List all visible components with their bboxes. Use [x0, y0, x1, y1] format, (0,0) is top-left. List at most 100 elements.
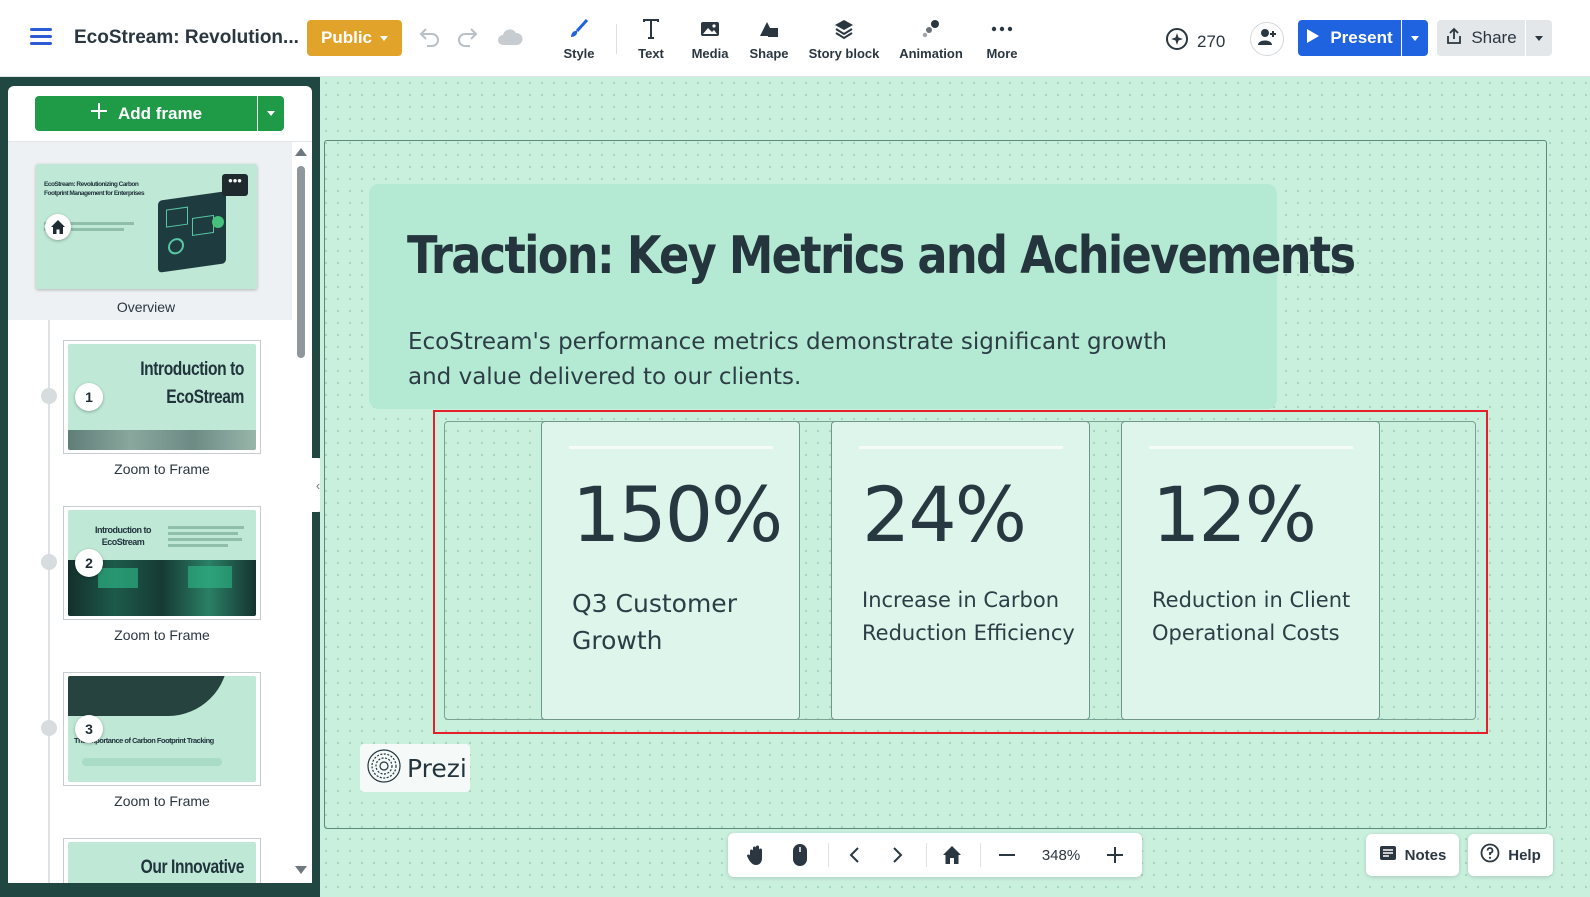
media-label: Media	[691, 46, 729, 61]
help-icon	[1480, 843, 1500, 867]
selection-highlight	[433, 410, 1488, 734]
public-visibility-button[interactable]: Public	[307, 20, 402, 56]
frame-2-thumb-title: Introduction to EcoStream	[95, 525, 151, 547]
thumb-text-line	[168, 532, 238, 535]
controls-divider	[926, 843, 927, 867]
previous-frame-icon[interactable]	[836, 833, 872, 877]
prezi-watermark: Prezi	[360, 744, 470, 792]
cloud-saved-icon	[496, 26, 523, 50]
shape-icon	[747, 16, 791, 42]
home-icon[interactable]	[934, 833, 970, 877]
zoom-out-icon[interactable]	[990, 833, 1024, 877]
style-label: Style	[563, 46, 595, 61]
next-frame-icon[interactable]	[880, 833, 916, 877]
chevron-down-icon	[380, 35, 388, 41]
thumb-dot	[212, 216, 224, 228]
shape-tool[interactable]: Shape	[747, 16, 791, 66]
slide-title[interactable]: Traction: Key Metrics and Achievements	[407, 226, 1356, 286]
more-tool[interactable]: More	[982, 16, 1022, 66]
frame-number-badge: 2	[75, 549, 103, 577]
document-title[interactable]: EcoStream: Revolution...	[74, 27, 299, 49]
thumb-cube	[166, 206, 188, 228]
help-button[interactable]: Help	[1468, 834, 1553, 876]
present-options-dropdown[interactable]	[1402, 20, 1428, 56]
share-options-dropdown[interactable]	[1526, 20, 1552, 56]
story-block-label: Story block	[808, 46, 880, 61]
thumb-screen	[188, 566, 232, 588]
slide-subtitle[interactable]: EcoStream's performance metrics demonstr…	[408, 325, 1208, 395]
frame-number-badge: 3	[75, 715, 103, 743]
thumb-text-line	[168, 526, 244, 529]
mouse-navigation-icon[interactable]	[782, 833, 818, 877]
text-label: Text	[638, 46, 664, 61]
style-tool[interactable]: Style	[558, 16, 600, 66]
thumb-chart-circle	[168, 237, 184, 256]
navigation-controls: 348%	[728, 833, 1142, 877]
add-frame-button[interactable]: Add frame	[35, 96, 257, 131]
thumb-text-line	[168, 538, 242, 541]
frame-3-zoom-label[interactable]: Zoom to Frame	[62, 793, 262, 809]
thumb-cube	[192, 214, 214, 236]
shape-label: Shape	[749, 46, 789, 61]
redo-icon[interactable]	[455, 26, 481, 50]
frame-3-thumb-title: The Importance of Carbon Footprint Track…	[74, 736, 214, 745]
top-toolbar: EcoStream: Revolution... Public Style Te…	[0, 0, 1590, 77]
chevron-down-icon	[267, 111, 275, 116]
share-icon	[1445, 27, 1463, 50]
frame-1-zoom-label[interactable]: Zoom to Frame	[62, 461, 262, 477]
frame-4-thumb-title: Our Innovative	[140, 857, 245, 878]
thumb-photo-strip	[68, 430, 256, 450]
controls-divider	[828, 843, 829, 867]
frame-2-zoom-label[interactable]: Zoom to Frame	[62, 627, 262, 643]
controls-divider	[980, 843, 981, 867]
scroll-up-arrow-icon[interactable]	[295, 148, 307, 156]
timeline-dot	[41, 388, 57, 404]
add-frame-dropdown[interactable]	[258, 96, 284, 131]
notes-button[interactable]: Notes	[1366, 834, 1459, 876]
image-icon	[688, 16, 732, 42]
ai-credits-icon	[1165, 27, 1189, 56]
timeline-dot	[41, 720, 57, 736]
toolbar-divider	[616, 24, 617, 54]
add-user-icon	[1257, 28, 1277, 51]
frames-sidebar: Add frame EcoStream: Revolutionizing Car…	[8, 86, 312, 883]
prezi-wordmark: Prezi	[407, 753, 467, 783]
story-block-tool[interactable]: Story block	[808, 16, 880, 66]
ai-credits[interactable]: 270	[1165, 27, 1225, 56]
notes-label: Notes	[1404, 846, 1447, 864]
home-icon	[45, 214, 71, 240]
plus-icon	[90, 102, 108, 125]
thumb-screen	[98, 568, 138, 588]
frame-timeline	[48, 320, 50, 883]
timeline-dot	[41, 554, 57, 570]
help-label: Help	[1508, 846, 1541, 864]
sidebar-scrollbar-thumb[interactable]	[297, 166, 305, 358]
present-button[interactable]: Present	[1298, 20, 1401, 56]
add-frame-label: Add frame	[117, 103, 203, 123]
thumb-text-line	[168, 544, 228, 547]
share-button[interactable]: Share	[1437, 20, 1525, 56]
scroll-down-arrow-icon[interactable]	[295, 866, 307, 874]
credits-count: 270	[1197, 31, 1226, 51]
text-tool[interactable]: Text	[630, 16, 672, 66]
share-label: Share	[1471, 28, 1517, 47]
media-tool[interactable]: Media	[688, 16, 732, 66]
present-label: Present	[1330, 28, 1393, 47]
menu-icon[interactable]	[30, 28, 52, 48]
overview-label[interactable]: Overview	[46, 299, 246, 315]
undo-icon[interactable]	[416, 26, 442, 50]
animation-tool[interactable]: Animation	[899, 16, 963, 66]
text-icon	[630, 16, 672, 42]
chevron-down-icon	[1535, 35, 1543, 41]
more-options-icon[interactable]: •••	[222, 174, 248, 196]
thumb-dark-shape	[68, 676, 228, 716]
invite-collaborator-button[interactable]	[1250, 22, 1284, 56]
frame-4-thumbnail[interactable]: Our Innovative	[68, 842, 256, 883]
pan-hand-icon[interactable]	[738, 833, 774, 877]
overview-thumbnail[interactable]: EcoStream: Revolutionizing Carbon Footpr…	[36, 164, 257, 289]
animation-label: Animation	[899, 46, 963, 61]
zoom-in-icon[interactable]	[1098, 833, 1132, 877]
prezi-logo-icon	[366, 748, 402, 789]
animation-icon	[899, 16, 963, 42]
zoom-level[interactable]: 348%	[1028, 833, 1094, 877]
